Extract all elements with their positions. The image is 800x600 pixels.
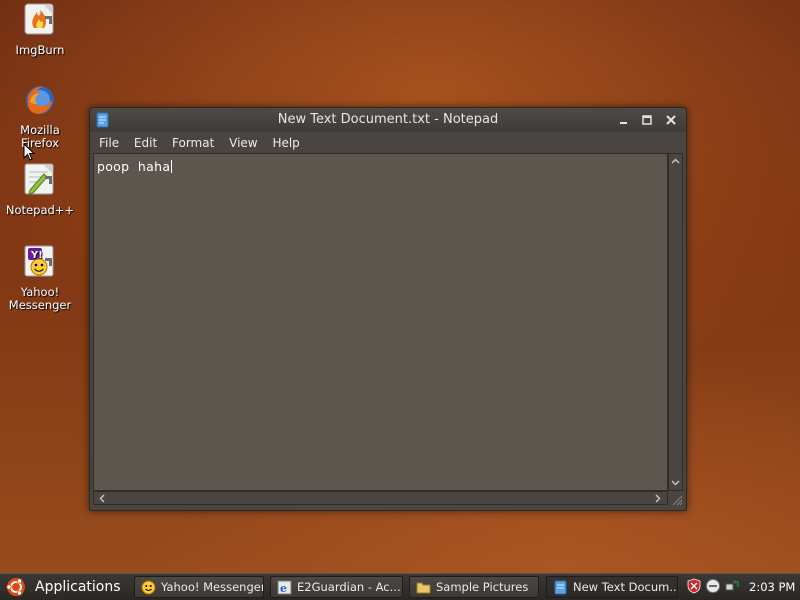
yahoo-smiley-icon [141,580,156,594]
imgburn-icon [24,3,54,35]
scroll-down-button[interactable] [669,476,682,489]
editor-text: poop haha [97,159,171,174]
scroll-left-button[interactable] [95,492,108,505]
taskbar-item-label: Yahoo! Messenger [161,580,264,594]
desktop-icon-label-line2: Firefox [20,136,60,150]
taskbar-item-e2guardian[interactable]: e E2Guardian - Ac... [270,576,403,598]
minimize-button[interactable] [615,111,633,129]
chevron-up-icon [671,158,680,163]
clock[interactable]: 2:03 PM [749,580,795,594]
desktop-icon-firefox[interactable]: Mozilla Firefox [0,82,80,150]
chevron-down-icon [671,480,680,485]
text-caret [171,160,173,173]
mouse-cursor-icon [23,143,35,161]
taskbar-item-yahoo-messenger[interactable]: Yahoo! Messenger [134,576,264,598]
taskbar-item-label: E2Guardian - Ac... [297,580,401,594]
notepad-plus-plus-icon [24,163,54,195]
notepad-window[interactable]: New Text Document.txt - Notepad File Edi… [89,107,687,511]
taskbar-item-notepad[interactable]: New Text Docum... [546,576,678,598]
desktop-icon-label-line2: Messenger [8,298,72,312]
resize-grip-icon[interactable] [669,492,683,506]
firefox-icon [26,86,54,114]
taskbar-item-sample-pictures[interactable]: Sample Pictures [409,576,539,598]
status-icon[interactable] [705,578,721,594]
ie-icon: e [277,580,292,595]
menu-bar: File Edit Format View Help [90,132,686,154]
menu-help[interactable]: Help [267,132,305,150]
desktop-icon-imgburn[interactable]: ImgBurn [0,2,80,57]
chevron-right-icon [655,494,660,503]
taskbar: Applications Yahoo! Messenger e E2Guardi… [0,573,800,600]
minimize-icon [620,122,627,124]
ubuntu-logo-icon [6,578,25,596]
scroll-up-button[interactable] [669,154,682,167]
desktop-icon-yahoo-messenger[interactable]: Y! Yahoo! Messenger [0,244,80,312]
text-editor-area[interactable]: poop haha [93,153,668,491]
notepad-icon [554,580,567,594]
desktop-icon-label: Notepad++ [5,203,75,217]
desktop-icon-label: ImgBurn [15,43,65,57]
svg-text:e: e [280,582,287,595]
shield-icon[interactable] [686,578,702,594]
vertical-scrollbar[interactable] [668,153,683,491]
maximize-icon [642,115,652,125]
network-icon[interactable] [724,578,740,594]
scroll-right-button[interactable] [651,492,664,505]
window-titlebar[interactable]: New Text Document.txt - Notepad [90,108,686,132]
applications-menu-button[interactable]: Applications [4,576,126,598]
menu-format[interactable]: Format [167,132,220,150]
yahoo-messenger-icon: Y! [24,245,54,277]
menu-file[interactable]: File [94,132,125,150]
chevron-left-icon [99,494,104,503]
menu-view[interactable]: View [224,132,263,150]
close-icon [666,115,676,125]
maximize-button[interactable] [638,111,656,129]
close-button[interactable] [662,111,680,129]
applications-label: Applications [35,579,121,595]
desktop-icon-notepad-plus-plus[interactable]: Notepad++ [0,162,80,217]
menu-edit[interactable]: Edit [129,132,163,150]
taskbar-item-label: Sample Pictures [436,580,529,594]
taskbar-item-label: New Text Docum... [573,580,678,594]
folder-icon [416,582,431,593]
window-title: New Text Document.txt - Notepad [277,112,499,127]
horizontal-scrollbar[interactable] [93,491,668,505]
